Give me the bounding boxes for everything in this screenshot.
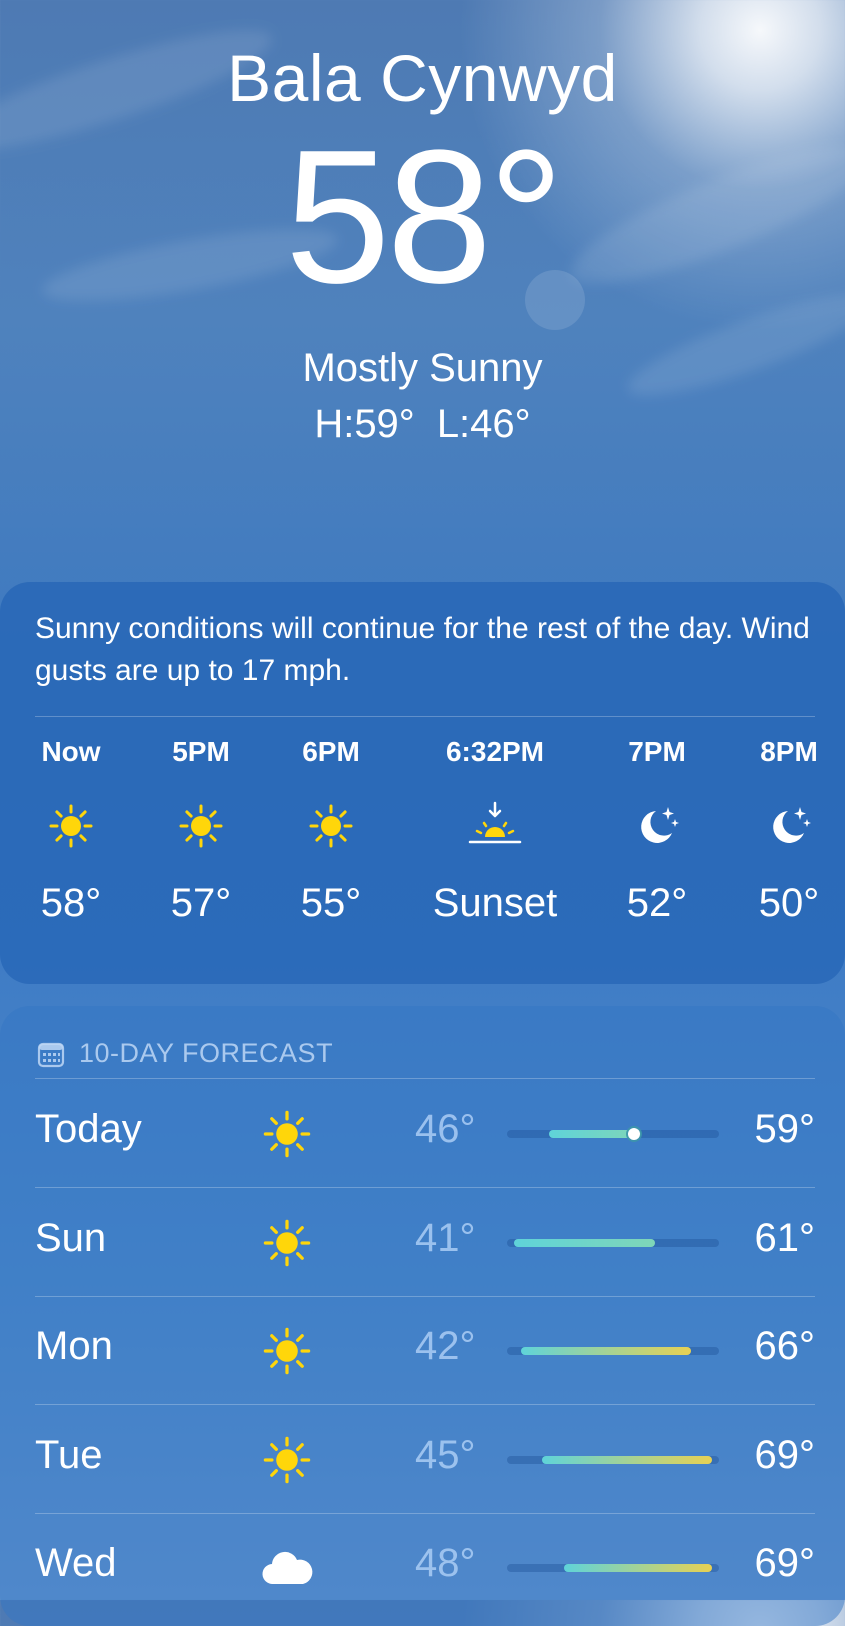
- hourly-time: 6:32PM: [445, 736, 545, 767]
- location-name: Bala Cynwyd: [227, 41, 618, 115]
- forecast-high: 69°: [754, 1432, 816, 1477]
- sun-icon: [257, 1430, 317, 1490]
- hourly-time: 5PM: [172, 736, 230, 767]
- temperature-range-bar: [514, 1238, 656, 1247]
- forecast-high: 59°: [754, 1107, 816, 1151]
- sunset-icon: [425, 796, 565, 856]
- sun-icon: [1, 796, 141, 856]
- hourly-item: 5PM 57°: [131, 732, 271, 928]
- hourly-item: 6:32PM Sunset: [425, 732, 565, 928]
- hourly-item: 8PM 50°: [719, 732, 845, 928]
- sun-icon: [257, 1321, 317, 1381]
- forecast-header: 10-DAY FORECAST: [37, 1038, 333, 1069]
- calendar-icon: [37, 1042, 65, 1067]
- hourly-item: 7PM 52°: [587, 732, 727, 928]
- temperature-range-bar: [542, 1455, 712, 1464]
- hourly-time: 7PM: [628, 736, 686, 767]
- hourly-time: Now: [41, 736, 101, 767]
- forecast-high: 69°: [754, 1541, 816, 1585]
- hourly-forecast-card[interactable]: Sunny conditions will continue for the r…: [0, 582, 845, 984]
- forecast-row[interactable]: Tue 45° 69°: [35, 1405, 815, 1515]
- hourly-value: 58°: [40, 881, 102, 925]
- high-temperature: H:59°: [314, 402, 415, 446]
- forecast-day: Mon: [35, 1324, 113, 1368]
- forecast-high: 66°: [754, 1324, 816, 1368]
- moon-stars-icon: [719, 796, 845, 856]
- forecast-day: Tue: [35, 1432, 103, 1477]
- forecast-day: Today: [35, 1107, 142, 1151]
- current-temperature-dot: [628, 1128, 641, 1140]
- temperature-range-bar: [563, 1564, 712, 1572]
- hourly-value: 55°: [300, 881, 362, 925]
- high-low-temperatures: H:59° L:46°: [0, 402, 845, 447]
- hourly-time: 6PM: [302, 736, 360, 767]
- temperature-range-track: [507, 1347, 719, 1355]
- weather-summary: Sunny conditions will continue for the r…: [35, 612, 810, 687]
- temperature-range-track: [507, 1564, 719, 1572]
- hourly-item: 6PM 55°: [261, 732, 401, 928]
- low-temperature: L:46°: [436, 402, 531, 446]
- moon-stars-icon: [587, 796, 727, 856]
- forecast-row[interactable]: Mon 42° 66°: [35, 1296, 815, 1406]
- hourly-item: Now 58°: [1, 732, 141, 928]
- forecast-low: 45°: [415, 1432, 476, 1477]
- forecast-low: 46°: [415, 1107, 476, 1151]
- forecast-row[interactable]: Sun 41° 61°: [35, 1188, 815, 1298]
- sun-icon: [261, 796, 401, 856]
- sun-icon: [257, 1104, 317, 1164]
- forecast-row[interactable]: Today 46° 59°: [35, 1079, 815, 1189]
- temperature-range-track: [507, 1238, 719, 1247]
- current-temperature: 58°: [284, 111, 564, 323]
- hourly-value: 57°: [170, 881, 232, 925]
- divider: [35, 716, 815, 717]
- forecast-day: Sun: [35, 1215, 107, 1260]
- temperature-range-bar: [521, 1347, 691, 1355]
- forecast-low: 41°: [415, 1215, 476, 1260]
- sun-icon: [257, 1213, 317, 1273]
- forecast-header-label: 10-DAY FORECAST: [79, 1038, 334, 1068]
- forecast-day: Wed: [35, 1541, 117, 1585]
- current-condition: Mostly Sunny: [302, 346, 543, 390]
- hourly-time: 8PM: [760, 736, 818, 767]
- hourly-value: 50°: [758, 881, 820, 925]
- forecast-low: 48°: [415, 1541, 476, 1585]
- temperature-range-track: [507, 1128, 719, 1140]
- forecast-low: 42°: [415, 1324, 476, 1368]
- hourly-value: 52°: [626, 881, 688, 925]
- forecast-high: 61°: [754, 1215, 816, 1260]
- hourly-value: Sunset: [432, 881, 558, 925]
- ten-day-forecast-card[interactable]: 10-DAY FORECAST Today 46° 59° Sun 41° 61° Mon 4…: [0, 1006, 845, 1626]
- sun-icon: [131, 796, 271, 856]
- temperature-range-track: [507, 1455, 719, 1464]
- cloud-icon: [257, 1538, 317, 1598]
- forecast-row[interactable]: Wed 48° 69°: [35, 1513, 815, 1623]
